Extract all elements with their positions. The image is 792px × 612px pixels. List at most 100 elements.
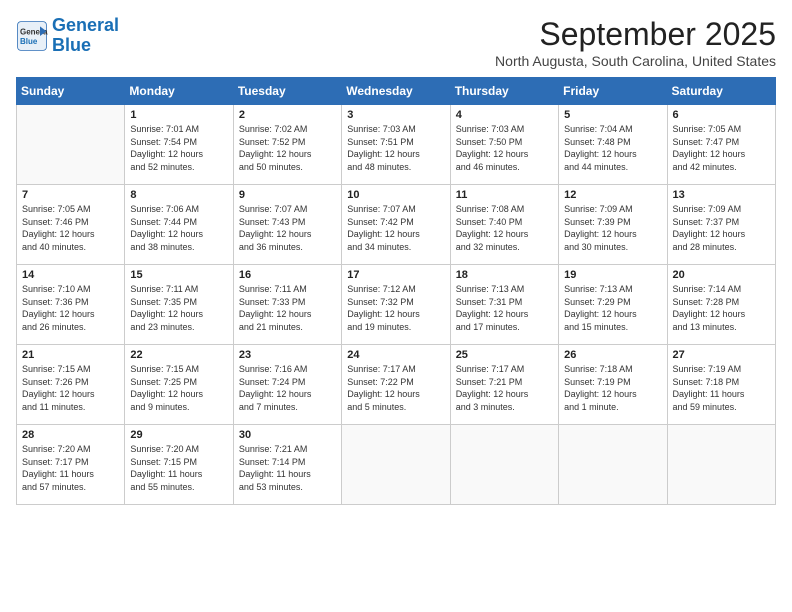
calendar-cell [342, 425, 450, 505]
calendar-cell: 14 Sunrise: 7:10 AM Sunset: 7:36 PM Dayli… [17, 265, 125, 345]
calendar-cell: 25 Sunrise: 7:17 AM Sunset: 7:21 PM Dayli… [450, 345, 558, 425]
calendar-cell: 9 Sunrise: 7:07 AM Sunset: 7:43 PM Daylig… [233, 185, 341, 265]
day-number: 30 [239, 429, 336, 441]
day-info: Sunrise: 7:20 AM Sunset: 7:17 PM Dayligh… [22, 443, 119, 493]
calendar-cell: 11 Sunrise: 7:08 AM Sunset: 7:40 PM Dayli… [450, 185, 558, 265]
title-section: September 2025 North Augusta, South Caro… [495, 16, 776, 69]
calendar-cell: 6 Sunrise: 7:05 AM Sunset: 7:47 PM Daylig… [667, 105, 775, 185]
day-info: Sunrise: 7:16 AM Sunset: 7:24 PM Dayligh… [239, 363, 336, 413]
day-info: Sunrise: 7:19 AM Sunset: 7:18 PM Dayligh… [673, 363, 770, 413]
calendar-cell: 10 Sunrise: 7:07 AM Sunset: 7:42 PM Dayli… [342, 185, 450, 265]
calendar-cell: 27 Sunrise: 7:19 AM Sunset: 7:18 PM Dayli… [667, 345, 775, 425]
calendar-cell: 29 Sunrise: 7:20 AM Sunset: 7:15 PM Dayli… [125, 425, 233, 505]
calendar-cell: 13 Sunrise: 7:09 AM Sunset: 7:37 PM Dayli… [667, 185, 775, 265]
calendar-cell: 26 Sunrise: 7:18 AM Sunset: 7:19 PM Dayli… [559, 345, 667, 425]
calendar-cell [450, 425, 558, 505]
page-header: General Blue GeneralBlue September 2025 … [16, 16, 776, 69]
calendar-cell: 24Sunrise: 7:17 AM Sunset: 7:22 PM Dayli… [342, 345, 450, 425]
day-number: 17 [347, 269, 444, 281]
calendar-cell: 12 Sunrise: 7:09 AM Sunset: 7:39 PM Dayli… [559, 185, 667, 265]
day-info: Sunrise: 7:06 AM Sunset: 7:44 PM Dayligh… [130, 203, 227, 253]
day-number: 14 [22, 269, 119, 281]
svg-text:Blue: Blue [20, 37, 38, 46]
day-info: Sunrise: 7:05 AM Sunset: 7:47 PM Dayligh… [673, 123, 770, 173]
day-info: Sunrise: 7:14 AM Sunset: 7:28 PM Dayligh… [673, 283, 770, 333]
calendar-cell [559, 425, 667, 505]
day-number: 16 [239, 269, 336, 281]
calendar-week-row: 1Sunrise: 7:01 AM Sunset: 7:54 PM Daylig… [17, 105, 776, 185]
calendar-cell: 23 Sunrise: 7:16 AM Sunset: 7:24 PM Dayli… [233, 345, 341, 425]
day-number: 10 [347, 189, 444, 201]
calendar-cell: 3Sunrise: 7:03 AM Sunset: 7:51 PM Daylig… [342, 105, 450, 185]
calendar-cell: 18 Sunrise: 7:13 AM Sunset: 7:31 PM Dayli… [450, 265, 558, 345]
day-number: 13 [673, 189, 770, 201]
day-number: 18 [456, 269, 553, 281]
month-title: September 2025 [495, 16, 776, 53]
day-info: Sunrise: 7:20 AM Sunset: 7:15 PM Dayligh… [130, 443, 227, 493]
day-number: 26 [564, 349, 661, 361]
calendar-cell: 2 Sunrise: 7:02 AM Sunset: 7:52 PM Daylig… [233, 105, 341, 185]
weekday-header-tuesday: Tuesday [233, 78, 341, 105]
day-number: 2 [239, 109, 336, 121]
weekday-header-friday: Friday [559, 78, 667, 105]
day-info: Sunrise: 7:09 AM Sunset: 7:37 PM Dayligh… [673, 203, 770, 253]
day-info: Sunrise: 7:05 AM Sunset: 7:46 PM Dayligh… [22, 203, 119, 253]
day-info: Sunrise: 7:09 AM Sunset: 7:39 PM Dayligh… [564, 203, 661, 253]
day-info: Sunrise: 7:08 AM Sunset: 7:40 PM Dayligh… [456, 203, 553, 253]
calendar-cell: 30 Sunrise: 7:21 AM Sunset: 7:14 PM Dayli… [233, 425, 341, 505]
day-number: 22 [130, 349, 227, 361]
day-info: Sunrise: 7:03 AM Sunset: 7:50 PM Dayligh… [456, 123, 553, 173]
day-info: Sunrise: 7:18 AM Sunset: 7:19 PM Dayligh… [564, 363, 661, 413]
day-info: Sunrise: 7:15 AM Sunset: 7:26 PM Dayligh… [22, 363, 119, 413]
day-info: Sunrise: 7:03 AM Sunset: 7:51 PM Dayligh… [347, 123, 444, 173]
day-info: Sunrise: 7:07 AM Sunset: 7:42 PM Dayligh… [347, 203, 444, 253]
weekday-header-thursday: Thursday [450, 78, 558, 105]
weekday-header-sunday: Sunday [17, 78, 125, 105]
calendar-cell: 20 Sunrise: 7:14 AM Sunset: 7:28 PM Dayli… [667, 265, 775, 345]
day-info: Sunrise: 7:21 AM Sunset: 7:14 PM Dayligh… [239, 443, 336, 493]
calendar-week-row: 14 Sunrise: 7:10 AM Sunset: 7:36 PM Dayli… [17, 265, 776, 345]
calendar-cell: 28 Sunrise: 7:20 AM Sunset: 7:17 PM Dayli… [17, 425, 125, 505]
calendar-cell: 16Sunrise: 7:11 AM Sunset: 7:33 PM Dayli… [233, 265, 341, 345]
day-number: 9 [239, 189, 336, 201]
calendar-week-row: 28 Sunrise: 7:20 AM Sunset: 7:17 PM Dayli… [17, 425, 776, 505]
calendar-week-row: 21 Sunrise: 7:15 AM Sunset: 7:26 PM Dayli… [17, 345, 776, 425]
calendar-cell: 8Sunrise: 7:06 AM Sunset: 7:44 PM Daylig… [125, 185, 233, 265]
day-info: Sunrise: 7:12 AM Sunset: 7:32 PM Dayligh… [347, 283, 444, 333]
calendar-week-row: 7Sunrise: 7:05 AM Sunset: 7:46 PM Daylig… [17, 185, 776, 265]
day-info: Sunrise: 7:10 AM Sunset: 7:36 PM Dayligh… [22, 283, 119, 333]
day-number: 11 [456, 189, 553, 201]
calendar-cell: 5 Sunrise: 7:04 AM Sunset: 7:48 PM Daylig… [559, 105, 667, 185]
day-number: 28 [22, 429, 119, 441]
day-info: Sunrise: 7:07 AM Sunset: 7:43 PM Dayligh… [239, 203, 336, 253]
day-number: 6 [673, 109, 770, 121]
day-info: Sunrise: 7:17 AM Sunset: 7:22 PM Dayligh… [347, 363, 444, 413]
weekday-header-monday: Monday [125, 78, 233, 105]
day-info: Sunrise: 7:01 AM Sunset: 7:54 PM Dayligh… [130, 123, 227, 173]
weekday-header-wednesday: Wednesday [342, 78, 450, 105]
day-number: 20 [673, 269, 770, 281]
weekday-header-row: SundayMondayTuesdayWednesdayThursdayFrid… [17, 78, 776, 105]
day-number: 29 [130, 429, 227, 441]
day-number: 5 [564, 109, 661, 121]
calendar-cell [667, 425, 775, 505]
day-info: Sunrise: 7:02 AM Sunset: 7:52 PM Dayligh… [239, 123, 336, 173]
day-info: Sunrise: 7:17 AM Sunset: 7:21 PM Dayligh… [456, 363, 553, 413]
day-info: Sunrise: 7:15 AM Sunset: 7:25 PM Dayligh… [130, 363, 227, 413]
logo: General Blue GeneralBlue [16, 16, 119, 56]
day-number: 21 [22, 349, 119, 361]
day-info: Sunrise: 7:11 AM Sunset: 7:35 PM Dayligh… [130, 283, 227, 333]
day-number: 23 [239, 349, 336, 361]
day-number: 25 [456, 349, 553, 361]
calendar-table: SundayMondayTuesdayWednesdayThursdayFrid… [16, 77, 776, 505]
calendar-cell: 17 Sunrise: 7:12 AM Sunset: 7:32 PM Dayli… [342, 265, 450, 345]
calendar-cell: 22 Sunrise: 7:15 AM Sunset: 7:25 PM Dayli… [125, 345, 233, 425]
day-info: Sunrise: 7:04 AM Sunset: 7:48 PM Dayligh… [564, 123, 661, 173]
day-number: 12 [564, 189, 661, 201]
day-number: 19 [564, 269, 661, 281]
day-info: Sunrise: 7:13 AM Sunset: 7:31 PM Dayligh… [456, 283, 553, 333]
day-number: 4 [456, 109, 553, 121]
logo-icon: General Blue [16, 20, 48, 52]
day-number: 27 [673, 349, 770, 361]
calendar-cell [17, 105, 125, 185]
